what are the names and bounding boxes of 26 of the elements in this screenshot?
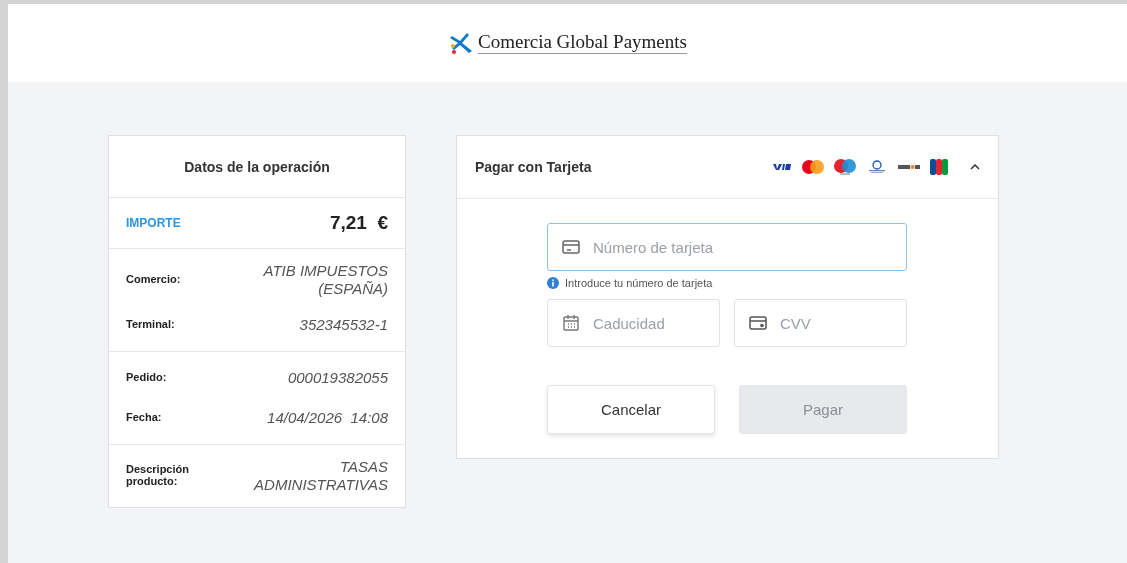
detail-value: ATIB IMPUESTOS (ESPAÑA) — [262, 262, 388, 298]
chevron-up-icon[interactable] — [970, 164, 980, 170]
expiry-field[interactable]: Caducidad — [547, 299, 720, 347]
logo-icon — [448, 32, 474, 54]
panel-title: Pagar con Tarjeta — [475, 159, 593, 175]
brand-name: Comercia Global Payments — [478, 32, 687, 54]
card-title: Datos de la operación — [109, 136, 405, 198]
amount-value: 7,21 € — [329, 212, 388, 234]
detail-label: Pedido: — [126, 372, 168, 384]
card-icon — [749, 316, 767, 330]
amount-label: IMPORTE — [126, 216, 181, 230]
cancel-button[interactable]: Cancelar — [547, 385, 715, 434]
info-icon — [547, 277, 559, 289]
detail-value: 14/04/2026 14:08 — [266, 409, 388, 427]
detail-label: Comercio: — [126, 274, 182, 286]
detail-value: 352345532-1 — [298, 316, 388, 334]
detail-value: TASAS ADMINISTRATIVAS — [252, 458, 388, 494]
detail-label: Descripción producto: — [126, 464, 190, 488]
detail-label: Terminal: — [126, 319, 176, 331]
detail-value: 000019382055 — [286, 369, 388, 387]
hint-text: Introduce tu número de tarjeta — [565, 277, 713, 289]
card-number-field[interactable]: Número de tarjeta — [547, 223, 907, 271]
cvv-field[interactable]: CVV — [734, 299, 907, 347]
detail-label: Fecha: — [126, 412, 163, 424]
card-icon — [562, 240, 580, 254]
calendar-icon — [562, 314, 580, 332]
